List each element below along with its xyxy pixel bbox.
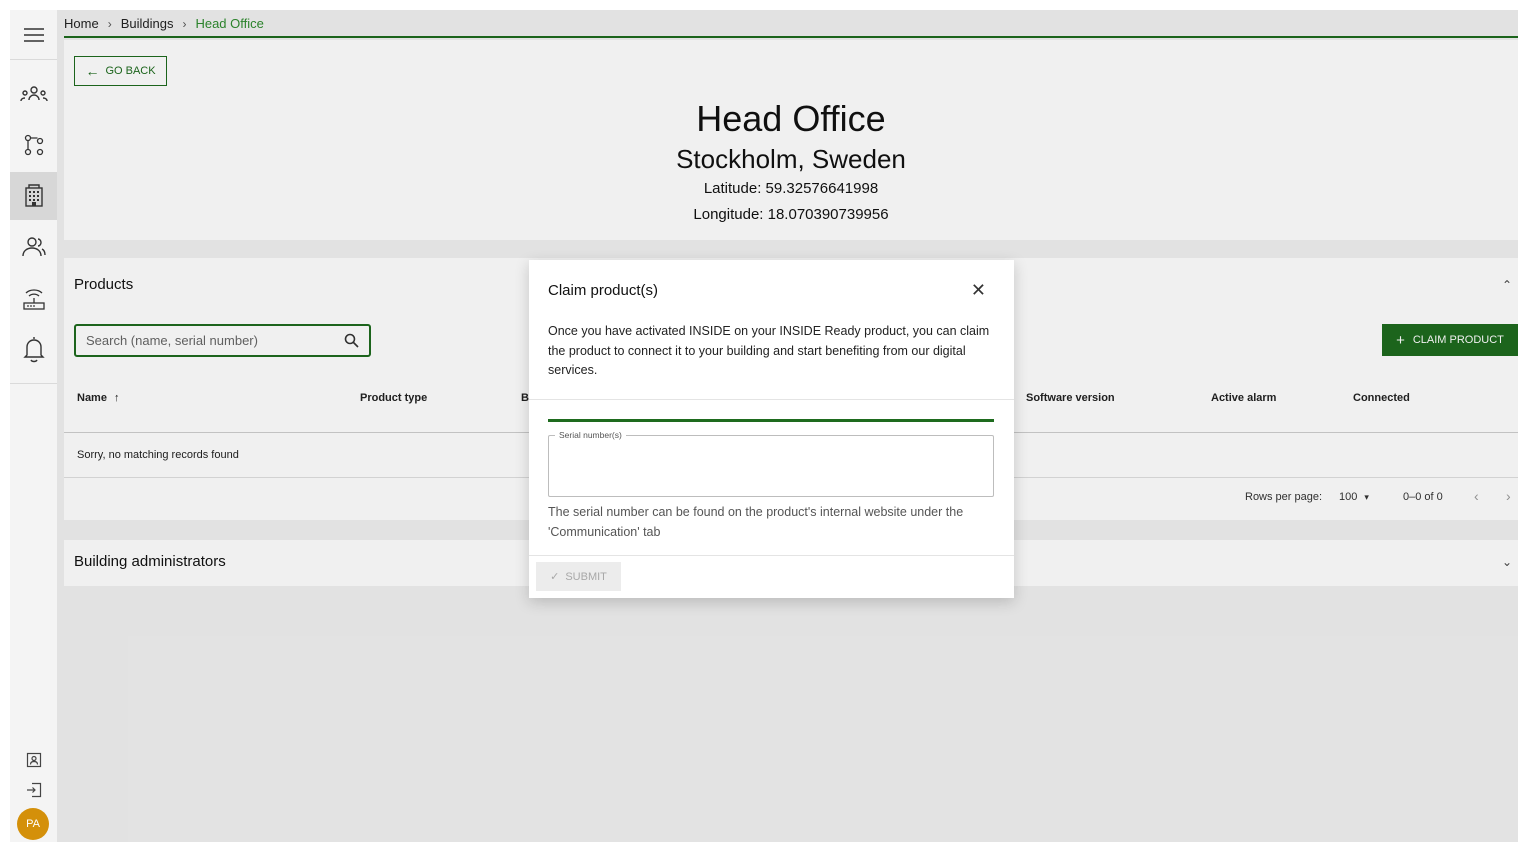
sidebar-item-groups[interactable]: [10, 70, 57, 118]
submit-label: SUBMIT: [565, 570, 607, 583]
logout-icon: [26, 782, 41, 798]
claim-product-dialog: Claim product(s) ✕ Once you have activat…: [529, 260, 1014, 598]
sidebar-divider: [10, 383, 57, 384]
close-icon[interactable]: ✕: [971, 280, 986, 301]
serial-number-label: Serial number(s): [555, 430, 626, 440]
serial-number-help: The serial number can be found on the pr…: [548, 505, 964, 539]
sidebar-item-hierarchy[interactable]: [10, 121, 57, 169]
submit-button[interactable]: ✓ SUBMIT: [536, 562, 621, 591]
sidebar: PA: [10, 10, 58, 842]
serial-number-field[interactable]: Serial number(s): [548, 430, 994, 497]
check-icon: ✓: [550, 571, 560, 583]
dialog-title: Claim product(s): [548, 282, 659, 299]
sidebar-divider: [10, 59, 57, 60]
sidebar-item-devices[interactable]: [10, 274, 57, 322]
sidebar-item-buildings[interactable]: [10, 172, 57, 220]
dialog-description: Once you have activated INSIDE on your I…: [548, 324, 990, 377]
router-icon: [22, 289, 45, 310]
building-icon: [24, 184, 43, 207]
menu-icon[interactable]: [10, 11, 57, 59]
users-icon: [21, 237, 46, 257]
dialog-progress-bar: [548, 419, 994, 422]
sidebar-item-logout[interactable]: [10, 766, 57, 814]
bell-icon: [22, 337, 45, 363]
dialog-divider: [529, 555, 1014, 556]
hierarchy-icon: [24, 134, 43, 156]
avatar[interactable]: PA: [17, 808, 49, 840]
groups-icon: [19, 86, 48, 102]
app-frame: PA Home › Buildings › Head Office ← GO B…: [10, 10, 1518, 842]
sidebar-item-users[interactable]: [10, 223, 57, 271]
sidebar-item-alarms[interactable]: [10, 325, 57, 373]
dialog-divider: [529, 399, 1014, 400]
